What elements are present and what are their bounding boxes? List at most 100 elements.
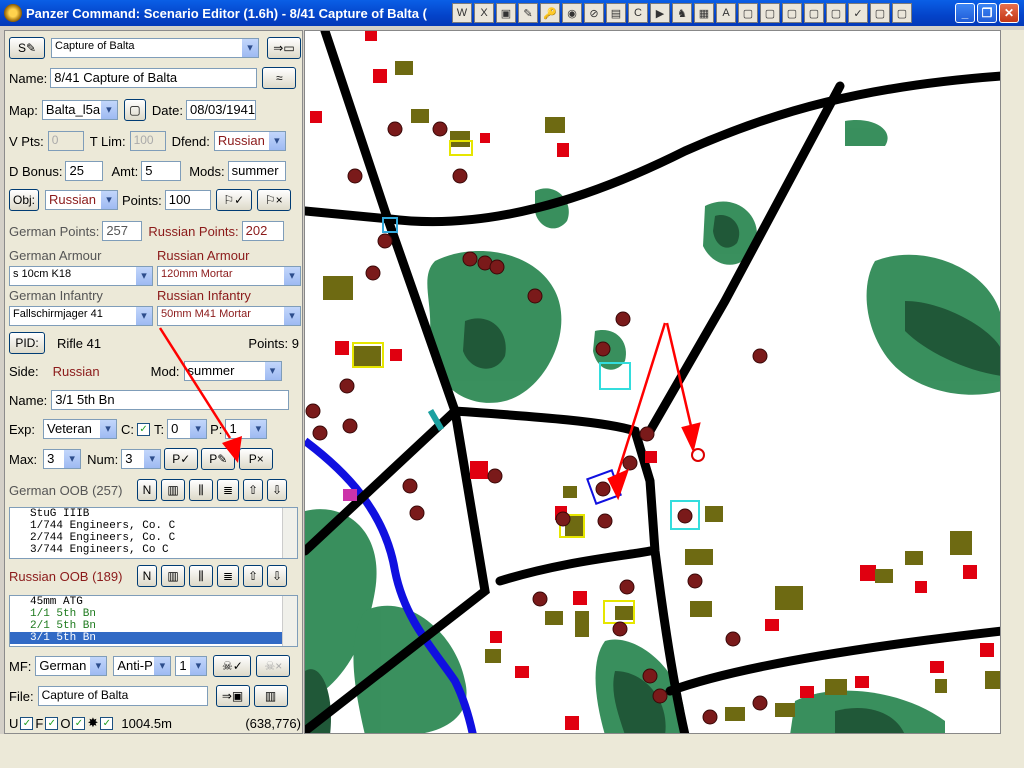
list-item[interactable]: 1/1 5th Bn — [10, 608, 297, 620]
mf-num-dropdown[interactable]: 1 — [175, 656, 208, 676]
open-book-button[interactable]: ▥ — [253, 685, 288, 707]
minimize-button[interactable]: _ — [955, 3, 975, 23]
quick-launch-icon[interactable]: ▢ — [760, 3, 780, 23]
quick-launch-icon[interactable]: ✓ — [848, 3, 868, 23]
german-armour-label: German Armour — [9, 248, 102, 263]
amt-input[interactable]: 5 — [141, 161, 182, 181]
app-icon[interactable] — [4, 4, 22, 22]
u-checkbox[interactable]: ✓ — [20, 716, 34, 730]
panel-annotation-arrow — [158, 327, 242, 463]
german-infantry-dropdown[interactable]: Fallschirmjager 41 — [9, 306, 153, 326]
russian-oob-title: Russian OOB (189) — [9, 568, 123, 584]
quick-launch-icon[interactable]: ◉ — [562, 3, 582, 23]
quick-launch-icon[interactable]: ♞ — [672, 3, 692, 23]
russian-armour-dropdown[interactable]: 120mm Mortar — [157, 266, 301, 286]
c-checkbox[interactable]: ✓ — [137, 422, 151, 436]
objective-accept-button[interactable]: ⚐✓ — [215, 189, 252, 211]
list-item[interactable]: 2/1 5th Bn — [10, 620, 297, 632]
russian-armour-label: Russian Armour — [157, 248, 250, 263]
restore-button[interactable]: ❐ — [977, 3, 997, 23]
german-armour-dropdown[interactable]: s 10cm K18 — [9, 266, 153, 286]
mf-type-dropdown[interactable]: Anti-P — [113, 656, 172, 676]
max-dropdown[interactable]: 3 — [43, 449, 82, 469]
scenario-dropdown[interactable]: Capture of Balta — [51, 38, 259, 58]
scenario-name-input[interactable]: 8/41 Capture of Balta — [50, 68, 258, 88]
quick-launch-icon[interactable]: 🔑 — [540, 3, 560, 23]
quick-launch-icon[interactable]: ▶ — [650, 3, 670, 23]
quick-launch-icon[interactable]: ▣ — [496, 3, 516, 23]
side-label: Side: — [9, 363, 39, 379]
german-oob-up-button[interactable]: ⇧ — [243, 479, 263, 501]
objective-delete-button[interactable]: ⚐× — [256, 189, 291, 211]
list-item[interactable]: 45mm ATG — [10, 596, 297, 608]
list-item-selected[interactable]: 3/1 5th Bn — [10, 632, 297, 644]
save-button[interactable]: ⇒▣ — [215, 685, 250, 707]
signature-button[interactable]: ≈ — [262, 67, 297, 89]
quick-launch-icon[interactable]: X — [474, 3, 494, 23]
german-oob-scrollbar[interactable] — [282, 508, 297, 558]
quick-launch-icon[interactable]: W — [452, 3, 472, 23]
list-item[interactable]: StuG IIIB — [10, 508, 297, 520]
f-checkbox[interactable]: ✓ — [45, 716, 59, 730]
quick-launch-icon[interactable]: ▢ — [782, 3, 802, 23]
quick-launch-icon[interactable]: ▢ — [738, 3, 758, 23]
file-input[interactable]: Capture of Balta — [37, 686, 208, 706]
mf-side-dropdown[interactable]: German — [35, 656, 108, 676]
quick-launch-icon[interactable]: ▢ — [870, 3, 890, 23]
russian-points-value: 202 — [241, 221, 284, 241]
u-label: U — [9, 715, 19, 731]
quick-launch-icon[interactable]: ▤ — [606, 3, 626, 23]
quick-launch-icon[interactable]: ▦ — [694, 3, 714, 23]
o-checkbox[interactable]: ✓ — [72, 716, 86, 730]
russian-oob-split-button[interactable]: ⫼ — [189, 565, 213, 587]
russian-oob-list[interactable]: 45mm ATG 1/1 5th Bn 2/1 5th Bn 3/1 5th B… — [9, 595, 298, 647]
quick-launch-icon[interactable]: C — [628, 3, 648, 23]
map-dropdown[interactable]: Balta_l5a — [41, 100, 118, 120]
defender-dropdown[interactable]: Russian — [213, 131, 286, 151]
scenario-select-button[interactable]: S ✎ — [9, 37, 45, 59]
tlim-input[interactable]: 100 — [129, 131, 166, 151]
list-item[interactable]: 3/744 Engineers, Co C — [10, 544, 297, 556]
russian-oob-list-button[interactable]: ≣ — [217, 565, 239, 587]
german-oob-down-button[interactable]: ⇩ — [267, 479, 287, 501]
quick-launch-icon[interactable]: ▢ — [804, 3, 824, 23]
date-input[interactable]: 08/03/1941 — [185, 100, 256, 120]
export-button[interactable]: ⇒▭ — [267, 37, 301, 59]
book-icon[interactable]: ▥ — [161, 565, 185, 587]
objective-side-dropdown[interactable]: Russian — [45, 190, 118, 210]
german-oob-list[interactable]: StuG IIIB 1/744 Engineers, Co. C 2/744 E… — [9, 507, 298, 559]
quick-launch-icon[interactable]: A — [716, 3, 736, 23]
russian-oob-up-button[interactable]: ⇧ — [243, 565, 263, 587]
coordinate-readout: (638,776) — [245, 715, 301, 731]
o-label: O — [60, 715, 71, 731]
side-value: Russian — [52, 363, 100, 379]
book-icon[interactable]: ▥ — [161, 479, 185, 501]
map-view[interactable] — [304, 30, 1001, 734]
minefield-place-button[interactable]: ☠✓ — [213, 655, 252, 677]
german-oob-list-button[interactable]: ≣ — [217, 479, 239, 501]
german-oob-split-button[interactable]: ⫼ — [189, 479, 213, 501]
close-button[interactable]: ✕ — [999, 3, 1019, 23]
mods-input[interactable]: summer — [227, 161, 286, 181]
dbonus-input[interactable]: 25 — [65, 161, 104, 181]
quick-launch-icon[interactable]: ▢ — [892, 3, 912, 23]
map-preview-button[interactable]: ▢ — [123, 99, 146, 121]
quick-launch-icon[interactable]: ✎ — [518, 3, 538, 23]
minefield-delete-button[interactable]: ☠× — [256, 655, 291, 677]
experience-dropdown[interactable]: Veteran — [43, 419, 118, 439]
objective-button[interactable]: Obj: — [9, 189, 39, 211]
russian-oob-new-button[interactable]: N — [137, 565, 157, 587]
objective-points-input[interactable]: 100 — [164, 190, 211, 210]
german-oob-new-button[interactable]: N — [137, 479, 157, 501]
vpts-label: V Pts: — [9, 133, 44, 149]
quick-launch-icon[interactable]: ⊘ — [584, 3, 604, 23]
burst-checkbox[interactable]: ✓ — [100, 716, 114, 730]
russian-oob-down-button[interactable]: ⇩ — [267, 565, 287, 587]
list-item[interactable]: 1/744 Engineers, Co. C — [10, 520, 297, 532]
list-item[interactable]: 2/744 Engineers, Co. C — [10, 532, 297, 544]
quick-launch-icon[interactable]: ▢ — [826, 3, 846, 23]
vpts-input[interactable]: 0 — [47, 131, 84, 151]
c-label: C: — [121, 421, 135, 437]
russian-oob-scrollbar[interactable] — [282, 596, 297, 646]
pid-button[interactable]: PID: — [9, 332, 45, 354]
